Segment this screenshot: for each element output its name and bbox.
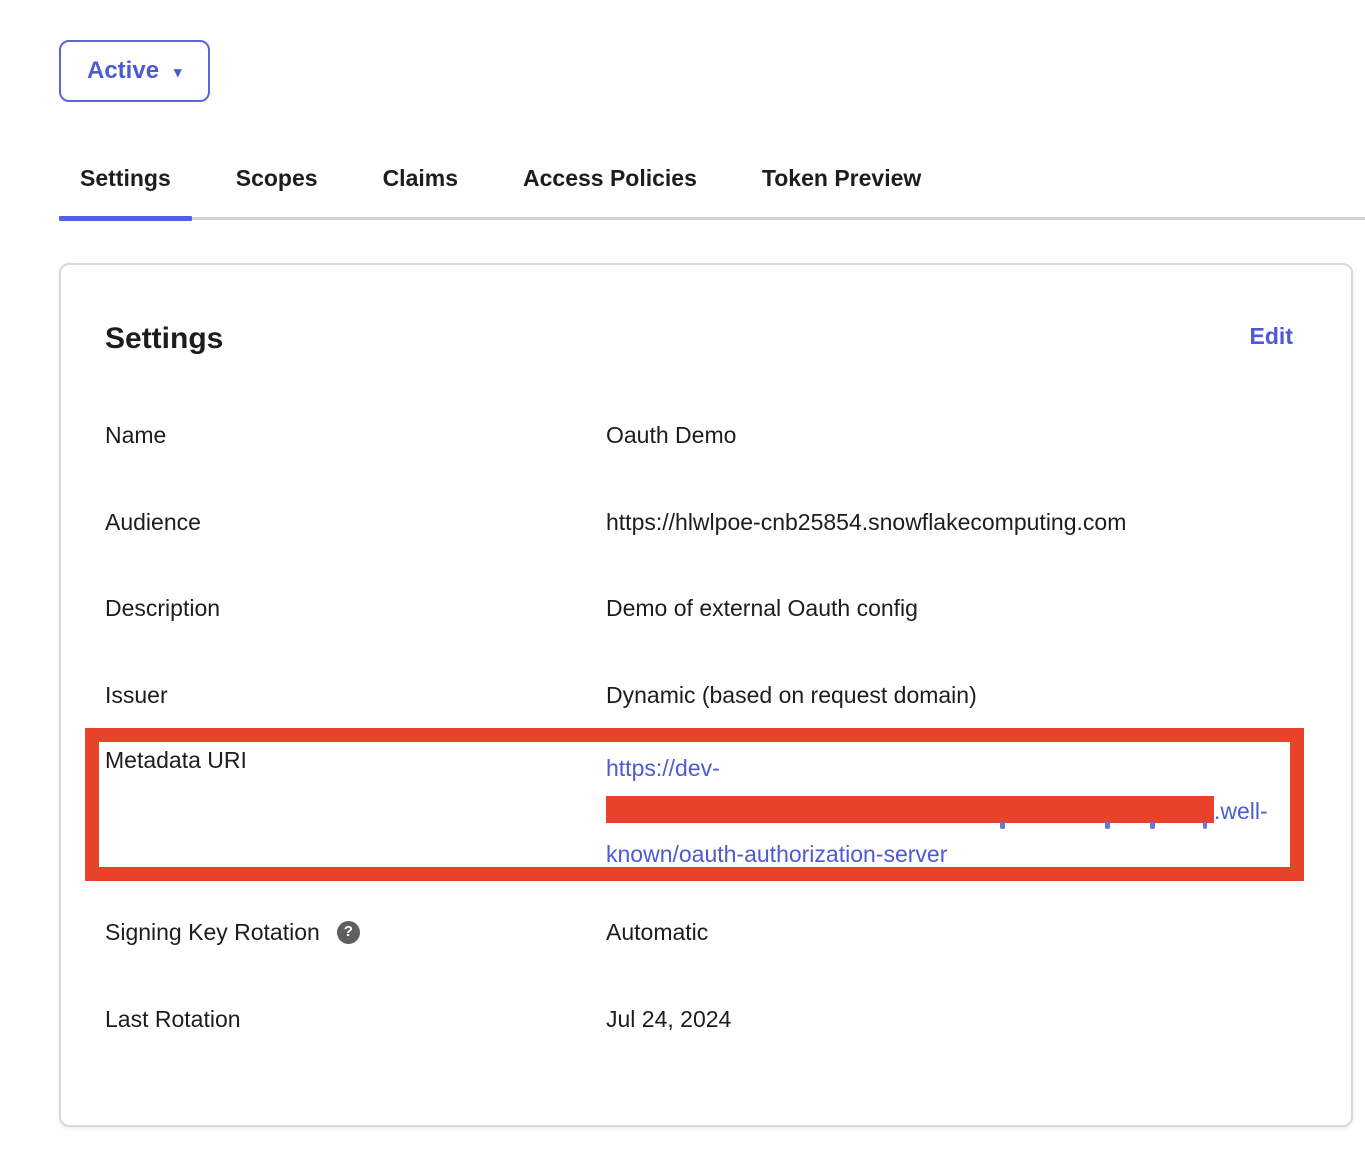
tab-settings[interactable]: Settings [59, 155, 192, 217]
field-label: Metadata URI [105, 747, 606, 773]
field-value: Demo of external Oauth config [606, 595, 918, 621]
tab-token-preview[interactable]: Token Preview [741, 155, 942, 217]
field-row-last-rotation: Last Rotation Jul 24, 2024 [105, 1006, 1307, 1032]
metadata-uri-line2-suffix: .well- [1214, 798, 1268, 824]
field-value: Oauth Demo [606, 422, 736, 448]
tab-access-policies[interactable]: Access Policies [502, 155, 718, 217]
tab-bar: Settings Scopes Claims Access Policies T… [59, 155, 1365, 220]
status-label: Active [87, 57, 159, 85]
redaction-bar [606, 796, 1214, 823]
metadata-uri-line1: https://dev- [606, 747, 1268, 790]
redacted-text-descender [1203, 822, 1207, 829]
active-status-dropdown[interactable]: Active ▾ [59, 40, 210, 102]
field-value: Dynamic (based on request domain) [606, 682, 977, 708]
metadata-uri-line2: .well- [606, 790, 1268, 833]
field-label: Signing Key Rotation ? [105, 919, 606, 945]
card-title: Settings [105, 321, 223, 357]
field-value: Automatic [606, 919, 708, 945]
field-row-issuer: Issuer Dynamic (based on request domain) [105, 682, 1307, 708]
field-label: Last Rotation [105, 1006, 606, 1032]
field-row-description: Description Demo of external Oauth confi… [105, 595, 1307, 621]
chevron-down-icon: ▾ [174, 65, 182, 80]
help-question-icon[interactable]: ? [337, 921, 360, 944]
redacted-text-descender [1105, 822, 1110, 829]
tab-claims[interactable]: Claims [362, 155, 479, 217]
field-label: Name [105, 422, 606, 448]
field-label: Issuer [105, 682, 606, 708]
field-row-name: Name Oauth Demo [105, 422, 1307, 448]
field-label: Audience [105, 509, 606, 535]
edit-button[interactable]: Edit [1250, 321, 1293, 351]
oauth-server-settings-page: Active ▾ Settings Scopes Claims Access P… [0, 0, 1365, 1169]
tab-scopes[interactable]: Scopes [215, 155, 339, 217]
redacted-text-descender [1000, 822, 1005, 829]
field-value: https://dev- .well- known/oauth-authoriz… [606, 747, 1268, 876]
settings-fields: Name Oauth Demo Audience https://hlwlpoe… [105, 422, 1307, 1032]
field-label: Description [105, 595, 606, 621]
metadata-uri-line3: known/oauth-authorization-server [606, 833, 1268, 876]
card-header: Settings Edit [105, 321, 1307, 357]
field-value: https://hlwlpoe-cnb25854.snowflakecomput… [606, 509, 1126, 535]
field-label-text: Signing Key Rotation [105, 919, 320, 945]
redacted-text-descender [1150, 822, 1155, 829]
metadata-uri-link[interactable]: https://dev- .well- known/oauth-authoriz… [606, 747, 1268, 876]
field-row-signing-key-rotation: Signing Key Rotation ? Automatic [105, 919, 1307, 945]
field-row-metadata-uri: Metadata URI https://dev- .well- known/o… [105, 747, 1307, 876]
settings-card: Settings Edit Name Oauth Demo Audience h… [59, 263, 1353, 1127]
field-value: Jul 24, 2024 [606, 1006, 731, 1032]
field-row-audience: Audience https://hlwlpoe-cnb25854.snowfl… [105, 509, 1307, 535]
